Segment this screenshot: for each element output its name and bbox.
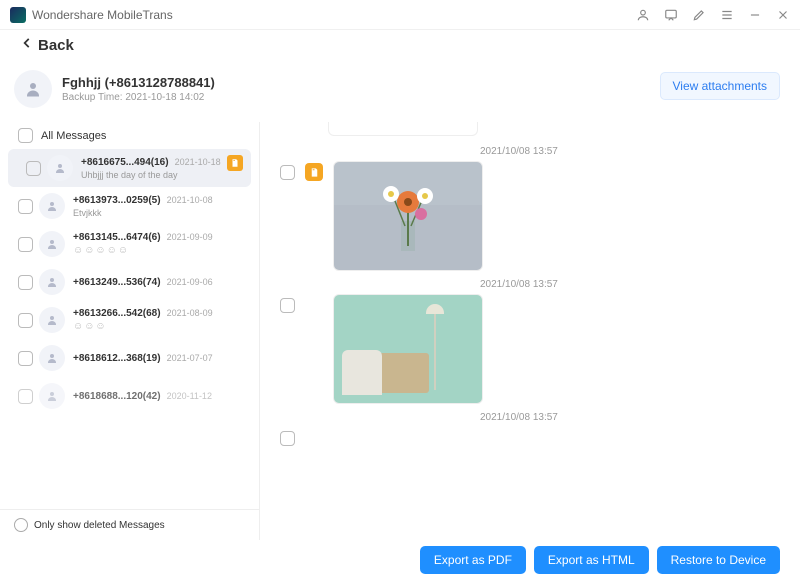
- content: All Messages +8616675...494(16) 2021-10-1…: [0, 122, 800, 540]
- thread-checkbox[interactable]: [18, 275, 33, 290]
- thread-item[interactable]: +8613266...542(68) 2021-08-09 ☺☺☺: [0, 301, 259, 339]
- thread-number: +8618688...120(42): [73, 391, 161, 402]
- back-button[interactable]: Back: [20, 36, 74, 54]
- message-row: [280, 294, 780, 404]
- message-timestamp: 2021/10/08 13:57: [480, 412, 780, 423]
- message-row: [280, 427, 780, 446]
- thread-item[interactable]: +8618688...120(42) 2020-11-12: [0, 377, 259, 415]
- thread-checkbox[interactable]: [18, 351, 33, 366]
- view-attachments-button[interactable]: View attachments: [660, 72, 781, 100]
- attachment-badge-icon: [305, 163, 323, 181]
- account-icon[interactable]: [636, 8, 650, 22]
- thread-date: 2021-07-07: [167, 353, 213, 363]
- thread-date: 2021-10-08: [167, 195, 213, 205]
- titlebar: Wondershare MobileTrans: [0, 0, 800, 30]
- menu-icon[interactable]: [720, 8, 734, 22]
- thread-preview: ☺☺☺☺☺: [73, 245, 249, 256]
- thread-date: 2021-09-09: [167, 232, 213, 242]
- thread-checkbox[interactable]: [18, 237, 33, 252]
- thread-preview: Uhbjjj the day of the day: [81, 170, 241, 180]
- message-timestamp: 2021/10/08 13:57: [480, 279, 780, 290]
- close-icon[interactable]: [776, 8, 790, 22]
- thread-list: +8616675...494(16) 2021-10-18 Uhbjjj the …: [0, 149, 259, 509]
- avatar-icon: [39, 231, 65, 257]
- thread-item[interactable]: +8616675...494(16) 2021-10-18 Uhbjjj the …: [8, 149, 251, 187]
- message-row: [280, 161, 780, 271]
- message-checkbox[interactable]: [280, 431, 295, 446]
- thread-number: +8618612...368(19): [73, 353, 161, 364]
- back-label: Back: [38, 37, 74, 54]
- message-image-clip: [328, 122, 478, 136]
- attachment-badge-icon: [227, 155, 243, 171]
- filter-deleted-radio[interactable]: [14, 518, 28, 532]
- avatar-icon: [39, 269, 65, 295]
- thread-preview: ☺☺☺: [73, 321, 249, 332]
- filter-deleted-row[interactable]: Only show deleted Messages: [0, 509, 259, 540]
- feedback-icon[interactable]: [664, 8, 678, 22]
- thread-number: +8613249...536(74): [73, 277, 161, 288]
- thread-checkbox[interactable]: [26, 161, 41, 176]
- backup-time: Backup Time: 2021-10-18 14:02: [62, 92, 215, 103]
- message-checkbox[interactable]: [280, 165, 295, 180]
- export-pdf-button[interactable]: Export as PDF: [420, 546, 526, 574]
- thread-checkbox[interactable]: [18, 389, 33, 404]
- thread-date: 2021-08-09: [167, 308, 213, 318]
- edit-icon[interactable]: [692, 8, 706, 22]
- minimize-icon[interactable]: [748, 8, 762, 22]
- restore-device-button[interactable]: Restore to Device: [657, 546, 780, 574]
- avatar-icon: [39, 307, 65, 333]
- message-checkbox[interactable]: [280, 298, 295, 313]
- app-title: Wondershare MobileTrans: [32, 8, 636, 22]
- avatar-icon: [39, 193, 65, 219]
- thread-number: +8613266...542(68): [73, 308, 161, 319]
- sidebar: All Messages +8616675...494(16) 2021-10-1…: [0, 122, 260, 540]
- export-html-button[interactable]: Export as HTML: [534, 546, 649, 574]
- thread-item[interactable]: +8613249...536(74) 2021-09-06: [0, 263, 259, 301]
- thread-number: +8616675...494(16): [81, 157, 169, 168]
- thread-preview: Etvjkkk: [73, 208, 249, 218]
- filter-deleted-label: Only show deleted Messages: [34, 520, 165, 531]
- message-image[interactable]: [333, 161, 483, 271]
- message-panel: 2021/10/08 13:57: [260, 122, 800, 540]
- thread-date: 2020-11-12: [167, 391, 212, 401]
- all-messages-row[interactable]: All Messages: [0, 122, 259, 149]
- avatar-icon: [47, 155, 73, 181]
- all-messages-checkbox[interactable]: [18, 128, 33, 143]
- thread-item[interactable]: +8613145...6474(6) 2021-09-09 ☺☺☺☺☺: [0, 225, 259, 263]
- avatar-icon: [39, 345, 65, 371]
- app-logo: [10, 7, 26, 23]
- avatar-icon: [39, 383, 65, 409]
- thread-item[interactable]: +8618612...368(19) 2021-07-07: [0, 339, 259, 377]
- footer: Export as PDF Export as HTML Restore to …: [0, 540, 800, 580]
- back-row: Back: [0, 30, 800, 60]
- thread-date: 2021-09-06: [167, 277, 213, 287]
- thread-checkbox[interactable]: [18, 313, 33, 328]
- thread-item[interactable]: +8613973...0259(5) 2021-10-08 Etvjkkk: [0, 187, 259, 225]
- message-timestamp: 2021/10/08 13:57: [480, 146, 780, 157]
- thread-number: +8613973...0259(5): [73, 195, 161, 206]
- all-messages-label: All Messages: [41, 130, 106, 142]
- thread-number: +8613145...6474(6): [73, 232, 161, 243]
- thread-checkbox[interactable]: [18, 199, 33, 214]
- chevron-left-icon: [20, 36, 34, 54]
- window-controls: [636, 8, 790, 22]
- contact-name: Fghhjj (+8613128788841): [62, 75, 215, 90]
- header-area: Fghhjj (+8613128788841) Backup Time: 202…: [0, 60, 800, 122]
- thread-date: 2021-10-18: [175, 157, 221, 167]
- message-image[interactable]: [333, 294, 483, 404]
- avatar: [14, 70, 52, 108]
